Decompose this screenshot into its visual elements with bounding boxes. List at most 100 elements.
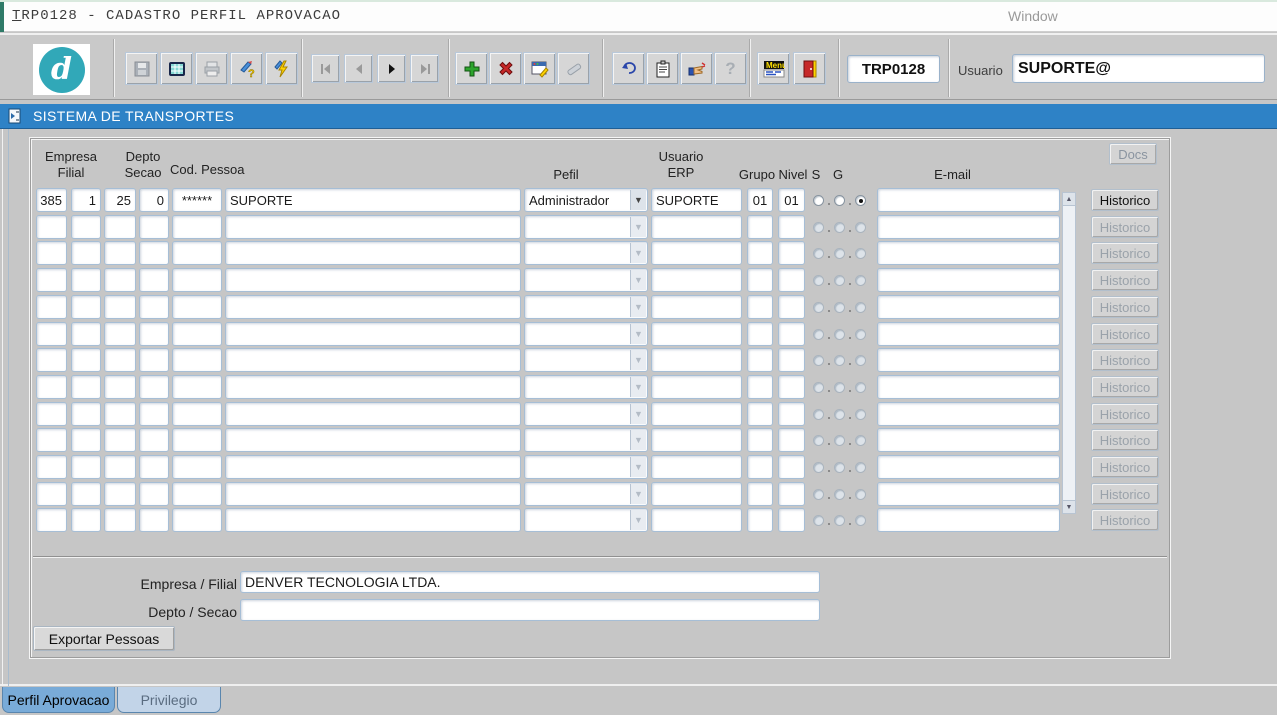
cell-perfil-dropdown[interactable]: ▼	[524, 508, 648, 532]
cell-empresa[interactable]	[36, 375, 67, 399]
cell-depto[interactable]	[104, 482, 136, 506]
cell-usuario_erp[interactable]	[651, 428, 742, 452]
cell-usuario_erp[interactable]	[651, 268, 742, 292]
cell-secao[interactable]	[139, 268, 169, 292]
cell-filial[interactable]	[71, 455, 101, 479]
cell-nome[interactable]	[225, 241, 521, 265]
cell-email[interactable]	[877, 375, 1060, 399]
cell-cod_pessoa[interactable]	[172, 215, 222, 239]
cell-filial[interactable]	[71, 482, 101, 506]
cell-depto[interactable]	[104, 455, 136, 479]
cell-perfil-dropdown[interactable]: ▼	[524, 241, 648, 265]
cell-cod_pessoa[interactable]	[172, 241, 222, 265]
cell-usuario_erp[interactable]	[651, 295, 742, 319]
scroll-up-button[interactable]: ▲	[1063, 193, 1075, 206]
cell-nivel[interactable]: 01	[778, 188, 805, 212]
cell-nome[interactable]: SUPORTE	[225, 188, 521, 212]
cell-nivel[interactable]	[778, 402, 805, 426]
cell-empresa[interactable]	[36, 402, 67, 426]
dropdown-arrow-icon[interactable]: ▼	[630, 404, 646, 424]
scroll-down-button[interactable]: ▼	[1063, 500, 1075, 513]
cell-cod_pessoa[interactable]	[172, 402, 222, 426]
cell-nome[interactable]	[225, 295, 521, 319]
cell-filial[interactable]: 1	[71, 188, 101, 212]
cell-depto[interactable]	[104, 402, 136, 426]
cell-filial[interactable]	[71, 402, 101, 426]
cell-depto[interactable]	[104, 241, 136, 265]
cell-nome[interactable]	[225, 268, 521, 292]
cell-filial[interactable]	[71, 241, 101, 265]
cell-cod_pessoa[interactable]	[172, 268, 222, 292]
usuario-field[interactable]: SUPORTE@	[1012, 54, 1265, 83]
cell-email[interactable]	[877, 241, 1060, 265]
search-window-button[interactable]	[523, 52, 556, 85]
dropdown-arrow-icon[interactable]: ▼	[630, 217, 646, 237]
cell-empresa[interactable]	[36, 455, 67, 479]
cell-grupo[interactable]	[747, 482, 773, 506]
cell-grupo[interactable]	[747, 241, 773, 265]
cell-filial[interactable]	[71, 295, 101, 319]
cell-secao[interactable]	[139, 348, 169, 372]
dropdown-arrow-icon[interactable]: ▼	[630, 270, 646, 290]
print-button[interactable]	[195, 52, 228, 85]
cell-grupo[interactable]	[747, 402, 773, 426]
cell-secao[interactable]	[139, 295, 169, 319]
cell-usuario_erp[interactable]: SUPORTE	[651, 188, 742, 212]
save-button[interactable]	[125, 52, 158, 85]
cell-nome[interactable]	[225, 215, 521, 239]
nav-prev-button[interactable]	[344, 54, 373, 83]
tab-privilegio[interactable]: Privilegio	[117, 687, 221, 713]
cell-perfil-dropdown[interactable]: ▼	[524, 482, 648, 506]
cell-grupo[interactable]: 01	[747, 188, 773, 212]
cell-depto[interactable]	[104, 428, 136, 452]
cell-grupo[interactable]	[747, 268, 773, 292]
dropdown-arrow-icon[interactable]: ▼	[630, 377, 646, 397]
cell-secao[interactable]: 0	[139, 188, 169, 212]
nav-last-button[interactable]	[410, 54, 439, 83]
cell-usuario_erp[interactable]	[651, 348, 742, 372]
cell-nivel[interactable]	[778, 295, 805, 319]
cell-cod_pessoa[interactable]	[172, 348, 222, 372]
delete-record-button[interactable]	[489, 52, 522, 85]
cell-grupo[interactable]	[747, 508, 773, 532]
cell-empresa[interactable]	[36, 268, 67, 292]
cell-depto[interactable]	[104, 268, 136, 292]
execute-button[interactable]	[265, 52, 298, 85]
cell-usuario_erp[interactable]	[651, 375, 742, 399]
undo-button[interactable]	[612, 52, 645, 85]
cell-nome[interactable]	[225, 428, 521, 452]
cell-usuario_erp[interactable]	[651, 455, 742, 479]
cell-email[interactable]	[877, 482, 1060, 506]
cell-email[interactable]	[877, 215, 1060, 239]
cell-perfil-dropdown[interactable]: ▼	[524, 268, 648, 292]
cell-nivel[interactable]	[778, 428, 805, 452]
dropdown-arrow-icon[interactable]: ▼	[630, 350, 646, 370]
cell-perfil-dropdown[interactable]: ▼	[524, 295, 648, 319]
exportar-pessoas-button[interactable]: Exportar Pessoas	[33, 626, 175, 651]
cell-nivel[interactable]	[778, 455, 805, 479]
cell-nome[interactable]	[225, 402, 521, 426]
cell-empresa[interactable]	[36, 322, 67, 346]
cell-secao[interactable]	[139, 241, 169, 265]
dropdown-arrow-icon[interactable]: ▼	[630, 457, 646, 477]
clear-button[interactable]	[557, 52, 590, 85]
dropdown-arrow-icon[interactable]: ▼	[630, 324, 646, 344]
cell-perfil-dropdown[interactable]: ▼	[524, 428, 648, 452]
cell-email[interactable]	[877, 402, 1060, 426]
depto-secao-field[interactable]	[240, 599, 820, 621]
cell-perfil-dropdown[interactable]: ▼	[524, 455, 648, 479]
cell-cod_pessoa[interactable]	[172, 295, 222, 319]
cell-nome[interactable]	[225, 508, 521, 532]
permissions-button[interactable]	[680, 52, 713, 85]
menu-button[interactable]: Menu	[757, 52, 790, 85]
cell-grupo[interactable]	[747, 322, 773, 346]
cell-usuario_erp[interactable]	[651, 322, 742, 346]
sg-radio-2[interactable]	[834, 195, 845, 206]
cell-filial[interactable]	[71, 348, 101, 372]
help-button[interactable]: ?	[714, 52, 747, 85]
cell-grupo[interactable]	[747, 375, 773, 399]
cell-empresa[interactable]	[36, 295, 67, 319]
cell-perfil-dropdown[interactable]: ▼	[524, 402, 648, 426]
cell-empresa[interactable]	[36, 508, 67, 532]
cell-secao[interactable]	[139, 428, 169, 452]
